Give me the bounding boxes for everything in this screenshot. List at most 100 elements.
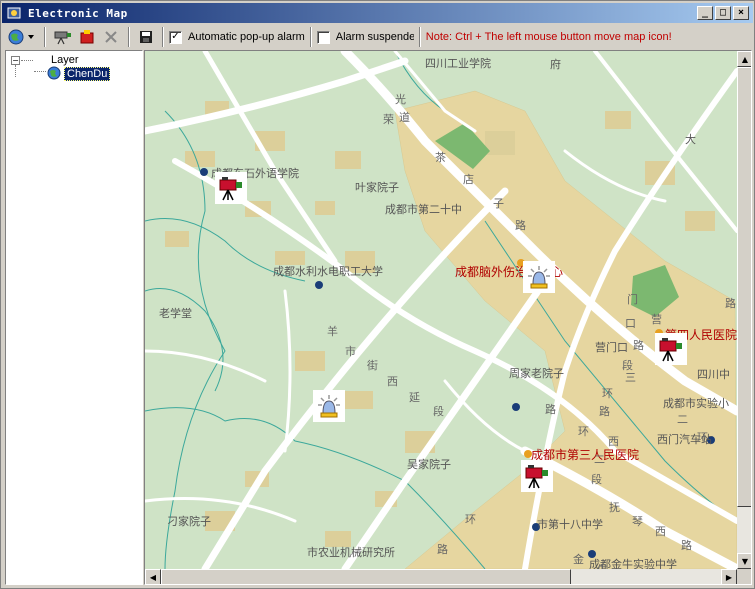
road-label: 路 [545,403,556,416]
globe-dropdown-button[interactable] [3,26,39,48]
window-title: Electronic Map [28,6,128,20]
camera-icon[interactable] [521,460,553,492]
road-label: 羊 [327,325,338,338]
road-label: 三 [625,371,636,384]
map-label: 营门口 [595,341,628,354]
road-label: 门 [627,293,638,306]
map-label: 市农业机械研究所 [307,546,395,559]
instruction-note: Note: Ctrl + The left mouse button move … [425,31,672,43]
scroll-left-button[interactable]: ◀ [145,569,161,584]
road-label: 路 [725,297,736,310]
map-label: 四川中 [697,368,730,381]
tree-collapse-toggle[interactable]: − [11,56,20,65]
road-label: 子 [493,197,504,210]
tree-line [21,60,33,61]
road-label: 店 [463,173,474,186]
globe-icon [47,66,61,83]
tree-item-chendu[interactable]: ChenDu [64,67,111,81]
horizontal-scroll-thumb[interactable] [161,569,571,584]
road-label: 二 [677,413,688,426]
road-label: 市 [345,345,356,358]
map-label: 府 [550,58,561,71]
road-label: 路 [515,219,526,232]
map-background [145,51,737,569]
map-label: 老学堂 [159,307,192,320]
save-button[interactable] [135,26,157,48]
maximize-button[interactable]: □ [715,6,731,20]
road-label: 西 [387,375,398,388]
minimize-button[interactable]: _ [697,6,713,20]
road-label: 抚 [609,501,620,514]
close-button[interactable]: × [733,6,749,20]
scroll-right-button[interactable]: ▶ [721,569,737,584]
road-label: 路 [599,405,610,418]
toolbar-separator [128,27,130,47]
alarm-suspended-checkbox[interactable] [316,30,330,44]
map-label: 成都水利水电职工大学 [273,265,383,278]
map-label: 叶家院子 [355,181,399,194]
globe-icon [8,29,34,45]
tree-root-label[interactable]: Layer [51,54,79,66]
toolbar-separator [309,27,312,47]
toolbar-separator [418,27,421,47]
road-label: 光 [395,93,406,106]
road-label: 路 [437,543,448,556]
vertical-scroll-thumb[interactable] [737,67,751,507]
alarm-light-icon[interactable] [313,390,345,422]
delete-button[interactable] [99,26,123,48]
alarm-light-icon[interactable] [523,261,555,293]
road-label: 街 [367,359,378,372]
road-label: 路 [681,539,692,552]
road-label: 段 [433,405,444,418]
road-label: 环 [602,387,613,400]
road-label: 道 [399,111,410,124]
map-canvas[interactable]: 四川工业学院 成都东石外语学院 叶家院子 成都市第二十中 成都水利水电职工大学 老学堂 成都… [145,51,737,569]
road-label: 段 [591,473,602,486]
auto-popup-checkbox[interactable]: ✓ [169,30,182,44]
scroll-up-button[interactable]: ▲ [737,51,751,67]
road-label: 环 [465,513,476,526]
tree-line [34,71,46,72]
delete-x-icon [105,31,117,43]
road-label: 西 [655,525,666,538]
camera-tool-icon [54,31,71,45]
map-label: 市第十八中学 [537,518,603,531]
camera-icon[interactable] [655,333,687,365]
toolbar-separator [162,27,164,47]
scroll-corner [737,569,751,584]
road-label: 环 [578,425,589,438]
electronic-map-window: Electronic Map _ □ × ✓ Automatic pop-up … [0,0,755,589]
map-label: 吴家院子 [407,458,451,471]
tree-line [15,65,16,77]
road-label: 二 [594,453,605,466]
auto-popup-label: Automatic pop-up alarm [188,31,305,43]
road-label: 路 [633,339,644,352]
map-label: 成都市第二十中 [385,203,462,216]
vertical-scrollbar[interactable]: ▲ ▼ [737,51,751,569]
road-label: 金 [573,553,584,566]
road-label: 茶 [435,151,446,164]
toolbar-separator [44,27,46,47]
camera-icon[interactable] [215,172,247,204]
camera-tool-button[interactable] [51,26,75,48]
title-bar[interactable]: Electronic Map _ □ × [2,3,753,23]
road-label: 荣 [383,113,394,126]
road-label: 西 [608,435,619,448]
toolbar: ✓ Automatic pop-up alarm Alarm suspended… [3,25,754,49]
map-label: 大 [685,133,696,146]
road-label: 琴 [632,515,643,528]
horizontal-scrollbar[interactable]: ◀ ▶ [145,569,737,584]
alarm-suspended-label: Alarm suspended [335,31,414,43]
scroll-down-button[interactable]: ▼ [737,553,751,569]
layer-tree: − Layer ChenDu [5,50,143,585]
alarm-tool-button[interactable] [75,26,99,48]
app-icon [6,5,22,21]
map-label: 周家老院子 [509,367,564,380]
save-icon [140,31,152,43]
alarm-tool-icon [80,30,94,44]
road-label: 牛 [597,561,608,569]
map-viewport[interactable]: 四川工业学院 成都东石外语学院 叶家院子 成都市第二十中 成都水利水电职工大学 老学堂 成都… [144,50,752,585]
road-label: 口 [625,317,636,330]
road-label: 延 [409,391,420,404]
map-label: 四川工业学院 [425,57,491,70]
